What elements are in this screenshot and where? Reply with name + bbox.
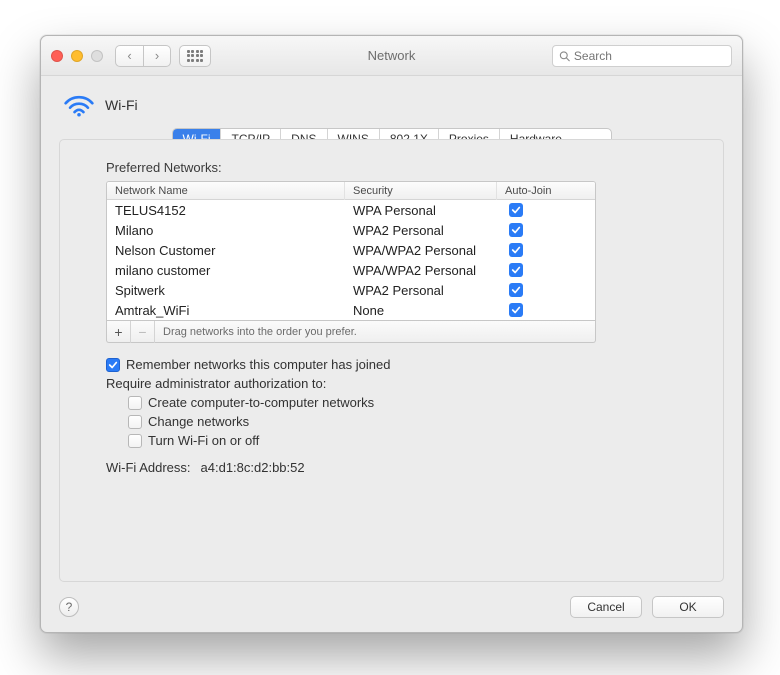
traffic-lights — [51, 50, 103, 62]
wifi-panel: Preferred Networks: Network Name Securit… — [59, 139, 724, 582]
add-button[interactable]: + — [107, 321, 131, 343]
wifi-address-row: Wi-Fi Address: a4:d1:8c:d2:bb:52 — [106, 460, 677, 475]
remember-row[interactable]: Remember networks this computer has join… — [106, 357, 677, 372]
cancel-button[interactable]: Cancel — [570, 596, 642, 618]
cell-security: WPA2 Personal — [345, 223, 497, 238]
autojoin-checkbox[interactable] — [509, 243, 523, 257]
require-opt-label: Create computer-to-computer networks — [148, 395, 374, 410]
require-options: Create computer-to-computer networks Chan… — [128, 395, 677, 448]
require-opt-row[interactable]: Turn Wi-Fi on or off — [128, 433, 677, 448]
cell-name: milano customer — [107, 263, 345, 278]
cell-autojoin — [497, 303, 595, 317]
table-row[interactable]: SpitwerkWPA2 Personal — [107, 280, 595, 300]
cell-autojoin — [497, 223, 595, 237]
cell-security: None — [345, 303, 497, 318]
require-opt-label: Change networks — [148, 414, 249, 429]
cell-autojoin — [497, 283, 595, 297]
zoom-icon[interactable] — [91, 50, 103, 62]
drag-hint: Drag networks into the order you prefer. — [163, 326, 357, 338]
chevron-right-icon: › — [155, 48, 159, 63]
table-row[interactable]: milano customerWPA/WPA2 Personal — [107, 260, 595, 280]
back-button[interactable]: ‹ — [115, 45, 143, 67]
forward-button[interactable]: › — [143, 45, 171, 67]
cell-security: WPA Personal — [345, 203, 497, 218]
ok-button[interactable]: OK — [652, 596, 724, 618]
help-button[interactable]: ? — [59, 597, 79, 617]
autojoin-checkbox[interactable] — [509, 223, 523, 237]
preferred-networks-label: Preferred Networks: — [106, 160, 677, 175]
table-row[interactable]: TELUS4152WPA Personal — [107, 200, 595, 220]
require-opt-checkbox[interactable] — [128, 396, 142, 410]
cell-name: TELUS4152 — [107, 203, 345, 218]
add-remove-buttons: + − — [107, 321, 155, 343]
require-opt-row[interactable]: Create computer-to-computer networks — [128, 395, 677, 410]
require-label: Require administrator authorization to: — [106, 376, 677, 391]
require-opt-checkbox[interactable] — [128, 434, 142, 448]
show-all-button[interactable] — [179, 45, 211, 67]
network-preferences-window: ‹ › Network Wi-Fi Wi-FiTCP/IPDNSWINS802.… — [40, 35, 743, 633]
cell-autojoin — [497, 263, 595, 277]
autojoin-checkbox[interactable] — [509, 303, 523, 317]
minimize-icon[interactable] — [71, 50, 83, 62]
remember-checkbox[interactable] — [106, 358, 120, 372]
col-security[interactable]: Security — [345, 182, 497, 200]
chevron-left-icon: ‹ — [127, 48, 131, 63]
options-section: Remember networks this computer has join… — [106, 357, 677, 475]
cell-security: WPA2 Personal — [345, 283, 497, 298]
search-input[interactable] — [574, 49, 725, 63]
autojoin-checkbox[interactable] — [509, 203, 523, 217]
cell-security: WPA/WPA2 Personal — [345, 243, 497, 258]
nav-buttons: ‹ › — [115, 45, 171, 67]
table-row[interactable]: Amtrak_WiFiNone — [107, 300, 595, 320]
cell-security: WPA/WPA2 Personal — [345, 263, 497, 278]
footer: ? Cancel OK — [41, 596, 742, 632]
cell-name: Nelson Customer — [107, 243, 345, 258]
table-footer: + − Drag networks into the order you pre… — [106, 321, 596, 343]
cell-autojoin — [497, 243, 595, 257]
search-icon — [559, 50, 570, 62]
require-opt-label: Turn Wi-Fi on or off — [148, 433, 259, 448]
close-icon[interactable] — [51, 50, 63, 62]
table-body: TELUS4152WPA PersonalMilanoWPA2 Personal… — [107, 200, 595, 320]
header-row: Wi-Fi — [59, 88, 724, 118]
cell-autojoin — [497, 203, 595, 217]
table-row[interactable]: Nelson CustomerWPA/WPA2 Personal — [107, 240, 595, 260]
grid-icon — [187, 50, 204, 62]
wifi-icon — [63, 92, 95, 118]
table-header: Network Name Security Auto-Join — [107, 182, 595, 200]
wifi-address-value: a4:d1:8c:d2:bb:52 — [201, 460, 305, 475]
networks-table: Network Name Security Auto-Join TELUS415… — [106, 181, 596, 321]
col-network-name[interactable]: Network Name — [107, 182, 345, 200]
page-title: Wi-Fi — [105, 97, 138, 113]
titlebar: ‹ › Network — [41, 36, 742, 76]
cell-name: Milano — [107, 223, 345, 238]
cell-name: Amtrak_WiFi — [107, 303, 345, 318]
table-row[interactable]: MilanoWPA2 Personal — [107, 220, 595, 240]
autojoin-checkbox[interactable] — [509, 263, 523, 277]
wifi-address-label: Wi-Fi Address: — [106, 460, 191, 475]
require-opt-row[interactable]: Change networks — [128, 414, 677, 429]
cell-name: Spitwerk — [107, 283, 345, 298]
remember-label: Remember networks this computer has join… — [126, 357, 390, 372]
col-auto-join[interactable]: Auto-Join — [497, 182, 595, 200]
autojoin-checkbox[interactable] — [509, 283, 523, 297]
require-opt-checkbox[interactable] — [128, 415, 142, 429]
search-box[interactable] — [552, 45, 732, 67]
remove-button[interactable]: − — [131, 321, 155, 343]
content: Wi-Fi Wi-FiTCP/IPDNSWINS802.1XProxiesHar… — [41, 76, 742, 596]
